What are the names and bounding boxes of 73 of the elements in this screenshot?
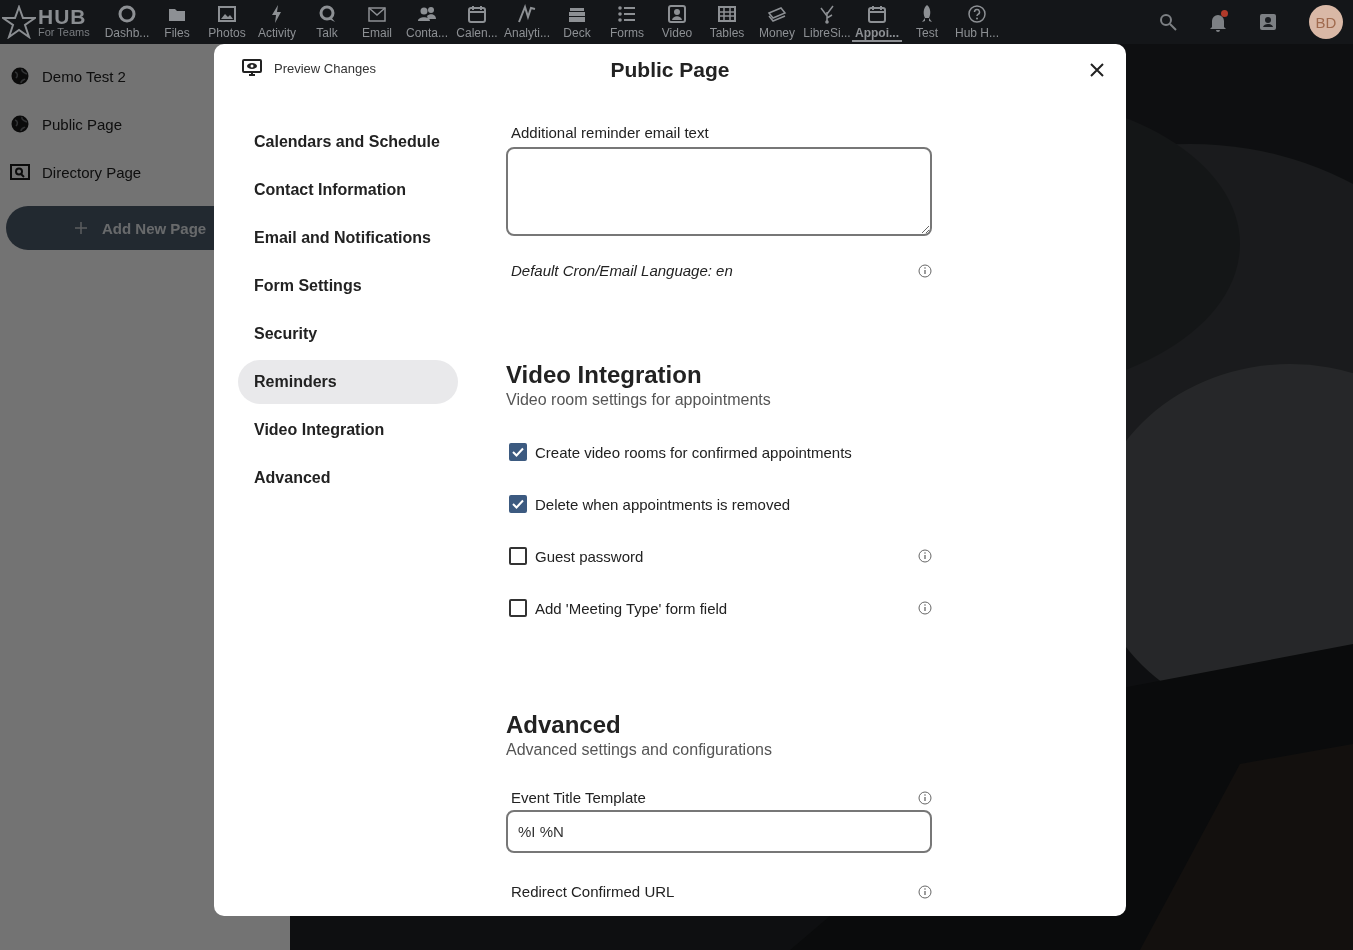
app-link[interactable]: Video [652, 2, 702, 42]
search-icon[interactable] [1159, 13, 1177, 31]
section-title: Video Integration [506, 361, 703, 389]
monitor-eye-icon [242, 59, 262, 77]
section-link[interactable]: Form Settings [238, 264, 458, 308]
app-link[interactable]: Money [752, 2, 802, 42]
app-link[interactable]: Talk [302, 2, 352, 42]
grid-icon [717, 4, 737, 24]
section-link[interactable]: Video Integration [238, 408, 458, 452]
app-link[interactable]: Test [902, 2, 952, 42]
calendar-icon [467, 4, 487, 24]
checkbox[interactable] [509, 443, 527, 461]
person-frame-icon [667, 4, 687, 24]
checkbox-label: Create video rooms for confirmed appointments [535, 443, 853, 461]
section-title: Advanced [506, 711, 622, 739]
app-link[interactable]: Deck [552, 2, 602, 42]
chart-icon [517, 4, 537, 24]
info-icon[interactable] [918, 884, 932, 899]
app-link[interactable]: Conta... [402, 2, 452, 42]
checkbox[interactable] [509, 599, 527, 617]
reminder-text-field[interactable] [506, 147, 932, 236]
envelope-icon [367, 4, 387, 24]
section-link[interactable]: Advanced [238, 456, 458, 500]
section-link[interactable]: Reminders [238, 360, 458, 404]
app-link[interactable]: Photos [202, 2, 252, 42]
globe-icon [10, 66, 30, 86]
field-label: Event Title Template [510, 789, 646, 806]
app-link[interactable]: Calen... [452, 2, 502, 42]
section-link[interactable]: Security [238, 312, 458, 356]
bell-icon[interactable] [1209, 12, 1227, 32]
logo-title: HUB [38, 6, 88, 27]
checkbox[interactable] [509, 495, 527, 513]
circle-icon [117, 4, 137, 24]
app-link[interactable]: Tables [702, 2, 752, 42]
image-icon [217, 4, 237, 24]
info-icon[interactable] [918, 549, 932, 563]
plus-icon [74, 220, 88, 235]
app-link[interactable]: Email [352, 2, 402, 42]
people-icon [417, 4, 437, 24]
field-label: Redirect Confirmed URL [510, 883, 675, 900]
app-link[interactable]: Analyti... [502, 2, 552, 42]
app-link[interactable]: Hub H... [952, 2, 1002, 42]
preview-changes-button[interactable]: Preview Changes [242, 59, 376, 77]
app-link[interactable]: LibreSi... [802, 2, 852, 42]
language-note: Default Cron/Email Language: en [511, 262, 733, 279]
help-icon [967, 4, 987, 24]
app-link[interactable]: Dashb... [102, 2, 152, 42]
dialog-title: Public Page [609, 58, 731, 82]
info-icon[interactable] [918, 263, 932, 278]
app-link[interactable]: Activity [252, 2, 302, 42]
section-link[interactable]: Calendars and Schedule [238, 120, 458, 164]
branch-icon [817, 4, 837, 24]
search-frame-icon [10, 162, 30, 182]
checkbox-label: Guest password [535, 547, 645, 565]
checkbox-label: Delete when appointments is removed [535, 495, 792, 513]
star-logo-icon [2, 5, 36, 39]
field-label: Additional reminder email text [510, 124, 710, 141]
app-link[interactable]: Files [152, 2, 202, 42]
section-subtitle: Video room settings for appointments [506, 391, 772, 409]
contacts-icon[interactable] [1259, 12, 1277, 32]
calendar-icon [867, 4, 887, 24]
info-icon[interactable] [918, 790, 932, 805]
chat-icon [317, 4, 337, 24]
globe-icon [10, 114, 30, 134]
list-icon [617, 4, 637, 24]
app-link[interactable]: Forms [602, 2, 652, 42]
logo-subtitle: For Teams [38, 27, 90, 38]
event-title-field[interactable]: %I %N [506, 810, 932, 853]
checkbox-label: Add 'Meeting Type' form field [535, 599, 729, 617]
section-subtitle: Advanced settings and configurations [506, 741, 773, 759]
checkbox[interactable] [509, 547, 527, 565]
app-link[interactable]: Appoi... [852, 2, 902, 42]
info-icon[interactable] [918, 601, 932, 615]
